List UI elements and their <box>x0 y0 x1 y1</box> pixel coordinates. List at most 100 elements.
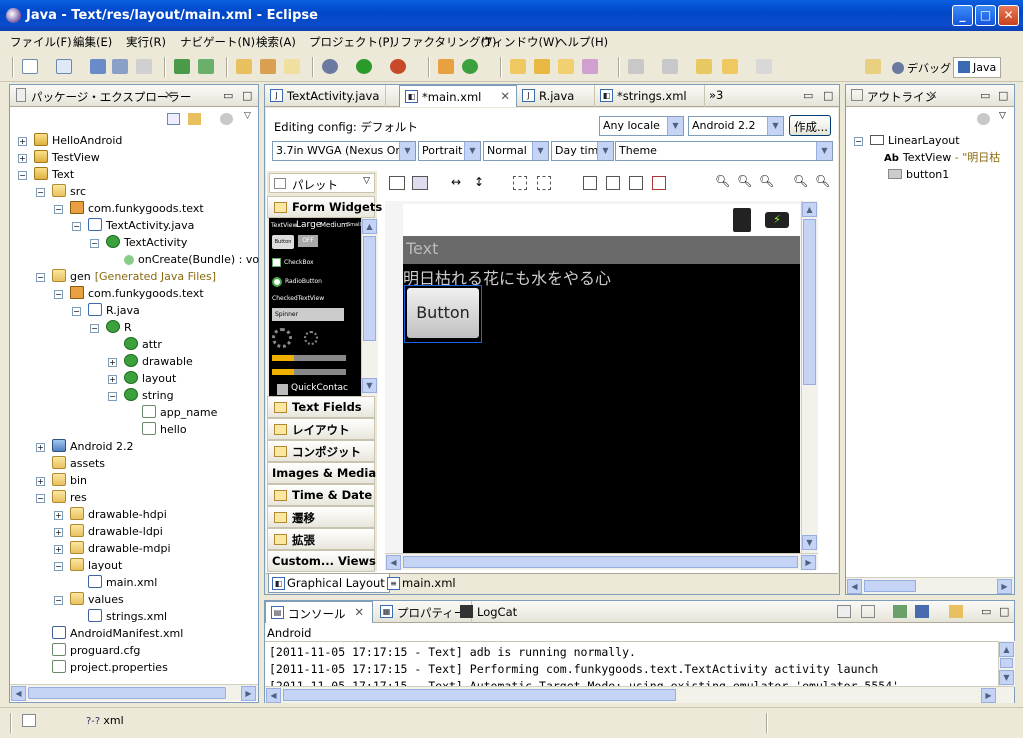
gravity-icon[interactable] <box>537 176 551 190</box>
new-icon[interactable] <box>22 59 38 74</box>
expand-toggle[interactable]: + <box>18 154 27 163</box>
palette-group-transitions[interactable]: 遷移 <box>267 506 375 528</box>
scroll-up-icon[interactable]: ▲ <box>999 642 1014 657</box>
menu-window[interactable]: ウィンドウ(W) <box>481 34 559 50</box>
device-select[interactable]: 3.7in WVGA (Nexus One) ▼ <box>272 141 416 161</box>
tree-item[interactable]: assets <box>36 456 105 472</box>
tree-item[interactable]: − TextActivity.java <box>72 218 194 234</box>
scroll-thumb[interactable] <box>363 236 376 341</box>
menu-edit[interactable]: 編集(E) <box>73 34 112 50</box>
run-icon[interactable] <box>356 59 372 74</box>
layout-canvas[interactable]: ⚡ Text 明日枯れる花にも水をやる心 Button ▲ ▼ <box>385 201 818 553</box>
outline-textview[interactable]: Ab TextView - "明日枯 <box>884 150 1000 166</box>
link-editor-icon[interactable] <box>188 113 201 125</box>
palette-group-custom-views[interactable]: Custom... Views <box>267 550 376 572</box>
expand-toggle[interactable]: − <box>90 239 99 248</box>
zoom-actual-icon[interactable]: 🔍︎ <box>759 174 774 188</box>
scroll-left-icon[interactable]: ◀ <box>847 579 862 594</box>
expand-toggle[interactable]: + <box>108 375 117 384</box>
expand-toggle[interactable]: − <box>54 290 63 299</box>
close-tab-icon[interactable]: ✕ <box>354 605 364 619</box>
palette-group-time-date[interactable]: Time & Date <box>267 484 375 506</box>
scroll-thumb[interactable] <box>283 689 676 701</box>
tree-item[interactable]: main.xml <box>72 575 157 591</box>
tree-item[interactable]: + Android 2.2 <box>36 439 134 455</box>
locale-select[interactable]: Any locale ▼ <box>599 116 684 136</box>
maximize-button[interactable]: □ <box>975 5 996 26</box>
tree-item[interactable]: onCreate(Bundle) : vo <box>108 252 259 268</box>
scroll-lock-icon[interactable] <box>861 605 875 618</box>
console-output[interactable]: [2011-11-05 17:17:15 - Text] adb is runn… <box>265 641 999 687</box>
expand-toggle[interactable]: + <box>54 545 63 554</box>
expand-toggle[interactable]: − <box>36 494 45 503</box>
tree-item[interactable]: − values <box>54 592 124 608</box>
canvas-vscroll[interactable]: ▲ ▼ <box>801 201 818 553</box>
forward-icon[interactable] <box>756 59 772 74</box>
scroll-right-icon[interactable]: ▶ <box>241 686 256 701</box>
view-menu-chevron-icon[interactable]: ▽ <box>244 111 251 121</box>
palette-group-composite[interactable]: コンポジット <box>267 440 375 462</box>
layout-horizontal-icon[interactable] <box>389 176 405 190</box>
tree-item[interactable]: + bin <box>36 473 87 489</box>
expand-toggle[interactable]: + <box>54 511 63 520</box>
tree-item[interactable]: − layout <box>54 558 122 574</box>
tab-graphical-layout[interactable]: ◧ Graphical Layout <box>268 574 390 593</box>
tree-item[interactable]: strings.xml <box>72 609 167 625</box>
baseline-icon[interactable] <box>629 176 643 190</box>
zoom-out-2-icon[interactable]: 🔍︎ <box>793 174 808 188</box>
clear-weights-icon[interactable] <box>606 176 620 190</box>
scroll-down-icon[interactable]: ▼ <box>999 670 1014 685</box>
tree-item[interactable]: + layout <box>108 371 176 387</box>
scroll-thumb[interactable] <box>28 687 226 699</box>
scroll-thumb[interactable] <box>864 580 916 592</box>
close-view-icon[interactable]: ✕ <box>928 88 938 102</box>
collapse-toggle[interactable]: − <box>854 137 863 146</box>
zoom-fit-icon[interactable]: 🔍︎ <box>737 174 752 188</box>
marker-icon[interactable] <box>582 59 598 74</box>
expand-toggle[interactable]: − <box>54 562 63 571</box>
tree-item[interactable]: − src <box>36 184 86 200</box>
zoom-in-icon[interactable]: 🔍︎ <box>815 174 830 188</box>
tree-item[interactable]: app_name <box>126 405 217 421</box>
external-tools-icon[interactable] <box>390 59 406 74</box>
create-config-button[interactable]: 作成... <box>789 115 831 136</box>
scroll-up-icon[interactable]: ▲ <box>802 202 817 217</box>
minimize-editor-icon[interactable]: ▭ <box>803 89 813 102</box>
new-junit-icon[interactable] <box>260 59 276 74</box>
menu-search[interactable]: 検索(A) <box>256 34 296 50</box>
view-menu-icon[interactable] <box>977 113 990 125</box>
next-annotation-icon[interactable] <box>628 59 644 74</box>
scroll-thumb[interactable] <box>403 556 798 568</box>
expand-toggle[interactable]: + <box>36 477 45 486</box>
save-all-icon[interactable] <box>112 59 128 74</box>
scroll-left-icon[interactable]: ◀ <box>386 555 401 570</box>
android-avd-icon[interactable] <box>198 59 214 74</box>
zoom-out-icon[interactable]: 🔍︎ <box>715 174 730 188</box>
tree-item[interactable]: + TestView <box>18 150 100 166</box>
tab-strings-xml[interactable]: ◧ *strings.xml <box>595 85 705 107</box>
expand-toggle[interactable]: − <box>18 171 27 180</box>
tree-item[interactable]: proguard.cfg <box>36 643 140 659</box>
clear-console-icon[interactable] <box>837 605 851 618</box>
scroll-thumb[interactable] <box>803 219 816 385</box>
console-vscroll[interactable]: ▲ ▼ <box>998 641 1015 687</box>
new-class-icon[interactable] <box>462 59 478 74</box>
prev-annotation-icon[interactable] <box>662 59 678 74</box>
tree-item[interactable]: − string <box>108 388 174 404</box>
palette-group-form-widgets[interactable]: Form Widgets <box>267 196 382 218</box>
maximize-view-icon[interactable]: □ <box>242 89 252 102</box>
distribute-icon[interactable] <box>583 176 597 190</box>
form-widgets-preview[interactable]: TextView Large Medium Small Button OFF C… <box>269 218 361 398</box>
tree-item[interactable]: + drawable-ldpi <box>54 524 163 540</box>
scroll-right-icon[interactable]: ▶ <box>981 688 996 703</box>
palette-group-layouts[interactable]: レイアウト <box>267 418 375 440</box>
android-sdk-icon[interactable] <box>174 59 190 74</box>
debug-icon[interactable] <box>322 59 338 74</box>
save-icon[interactable] <box>90 59 106 74</box>
close-view-icon[interactable]: ✕ <box>164 88 174 102</box>
remove-icon[interactable] <box>652 176 666 190</box>
margins-icon[interactable] <box>513 176 527 190</box>
tab-logcat[interactable]: LogCat <box>455 601 523 623</box>
scroll-right-icon[interactable]: ▶ <box>801 555 816 570</box>
palette-menu-chevron-icon[interactable]: ▽ <box>363 176 370 186</box>
